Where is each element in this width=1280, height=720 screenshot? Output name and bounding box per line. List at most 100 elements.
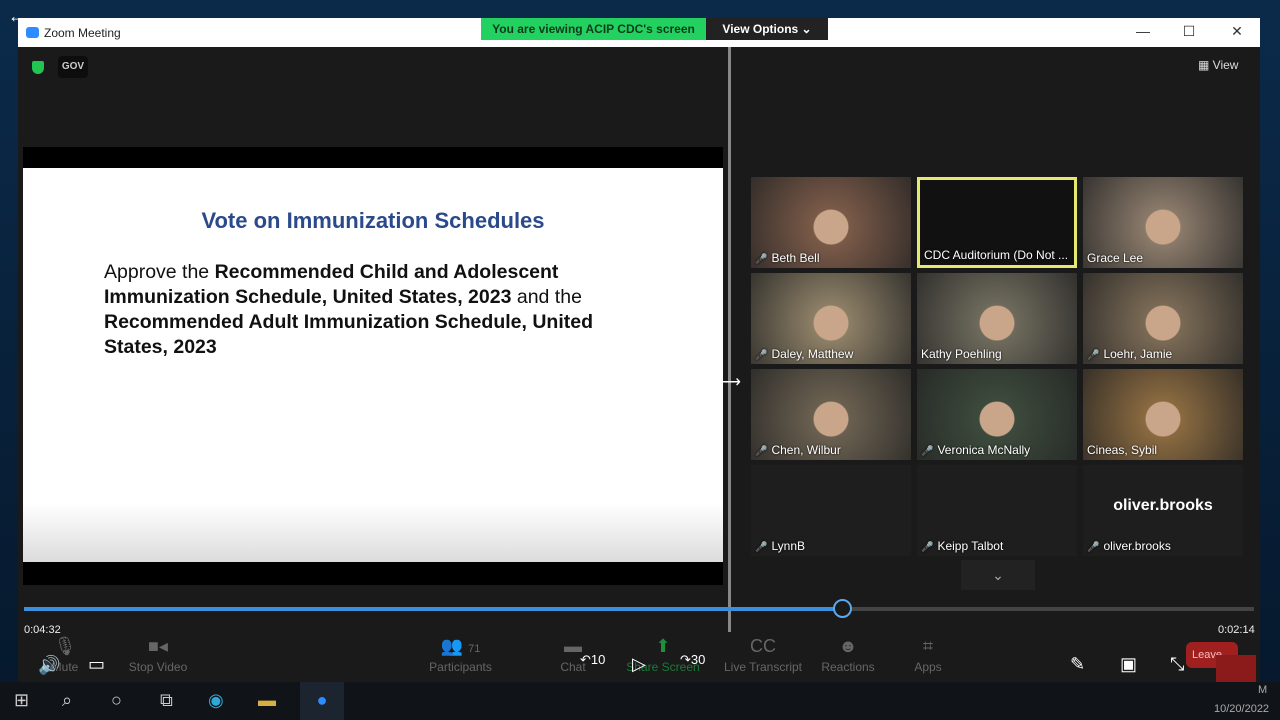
participant-tile[interactable]: 🎤 Beth Bell	[751, 177, 911, 268]
grid-icon: ▦	[1198, 58, 1213, 72]
participant-name-text: Chen, Wilbur	[771, 443, 841, 457]
participants-button[interactable]: 👥 71 Participants	[423, 636, 498, 674]
cc-icon: CC	[750, 636, 776, 656]
slide-text-run: Recommended Adult Immunization Schedule,…	[104, 311, 593, 358]
title-bar: Zoom Meeting You are viewing ACIP CDC's …	[18, 18, 1260, 47]
participant-name-text: Keipp Talbot	[937, 539, 1004, 553]
participant-name: Kathy Poehling	[921, 347, 1002, 361]
participant-name: 🎤 oliver.brooks	[1087, 539, 1171, 553]
split-divider[interactable]	[728, 47, 731, 632]
muted-mic-icon: 🎤	[755, 542, 768, 553]
zoom-taskbar-icon[interactable]: ●	[300, 682, 344, 720]
file-explorer-icon[interactable]: ▬	[258, 690, 276, 711]
participant-name: 🎤 Veronica McNally	[921, 443, 1030, 457]
slide-title: Vote on Immunization Schedules	[201, 208, 545, 233]
participant-tile[interactable]: 🎤 Loehr, Jamie	[1083, 273, 1243, 364]
participant-name: 🎤 LynnB	[755, 539, 805, 553]
maximize-button[interactable]: ☐	[1179, 23, 1199, 40]
slide-text-run: and the	[511, 286, 582, 308]
play-button[interactable]: ▷	[632, 654, 646, 675]
participant-name-text: Daley, Matthew	[771, 347, 854, 361]
remaining-time: 0:02:14	[1218, 624, 1255, 636]
edge-icon[interactable]: ◉	[208, 690, 224, 711]
apps-button[interactable]: ⌗ Apps	[908, 636, 948, 674]
participants-icon: 👥 71	[440, 636, 481, 656]
minimize-button[interactable]: —	[1133, 23, 1153, 39]
participant-name: Cineas, Sybil	[1087, 443, 1157, 457]
pencil-icon[interactable]: ✎	[1070, 654, 1085, 675]
reactions-label: Reactions	[821, 660, 875, 674]
screen-share-banner: You are viewing ACIP CDC's screen	[481, 18, 706, 40]
participant-count: 71	[468, 643, 481, 655]
participant-tile[interactable]: Grace Lee	[1083, 177, 1243, 268]
participant-name-text: Cineas, Sybil	[1087, 443, 1158, 457]
stop-video-label: Stop Video	[128, 660, 188, 674]
view-label: View	[1212, 58, 1239, 72]
participant-name: 🎤 Daley, Matthew	[755, 347, 853, 361]
exit-fullscreen-icon[interactable]: ⤡	[1170, 654, 1184, 675]
muted-mic-icon: 🎤	[755, 254, 768, 265]
rewind-button[interactable]: ↶10	[580, 652, 605, 668]
current-time: 0:04:32	[24, 624, 61, 636]
participant-tile[interactable]: 🎤 Keipp Talbot	[917, 465, 1077, 556]
shared-screen: Vote on Immunization Schedules Approve t…	[23, 147, 723, 585]
stop-video-button[interactable]: ■◂ Stop Video	[118, 636, 198, 674]
participant-name-text: CDC Auditorium (Do Not ...	[924, 248, 1069, 262]
miniplayer-icon[interactable]: ▣	[1120, 654, 1137, 675]
slide: Vote on Immunization Schedules Approve t…	[23, 168, 723, 562]
participant-tile[interactable]: 🎤 Daley, Matthew	[751, 273, 911, 364]
windows-start-icon[interactable]: ⊞	[14, 690, 29, 711]
muted-mic-icon: 🎤	[755, 446, 768, 457]
view-button[interactable]: ▦ View	[1198, 58, 1238, 72]
live-transcript-button[interactable]: CC Live Transcript	[718, 636, 808, 674]
encryption-shield-icon[interactable]	[32, 61, 44, 74]
participant-tile[interactable]: 🎤 LynnB	[751, 465, 911, 556]
participant-tile[interactable]: Kathy Poehling	[917, 273, 1077, 364]
muted-mic-icon: 🎤	[921, 542, 934, 553]
participant-name-text: oliver.brooks	[1103, 539, 1171, 553]
participant-name: 🎤 Chen, Wilbur	[755, 443, 841, 457]
participant-name-text: Loehr, Jamie	[1103, 347, 1173, 361]
participant-display-name: oliver.brooks	[1113, 497, 1213, 514]
captions-icon[interactable]: ▭	[88, 654, 105, 675]
participant-name: Grace Lee	[1087, 251, 1143, 265]
forward-button[interactable]: ↷30	[680, 652, 705, 668]
participant-tile[interactable]: CDC Auditorium (Do Not ...	[917, 177, 1077, 268]
rewind-seconds: 10	[590, 652, 606, 667]
muted-mic-icon: 🎤	[755, 350, 768, 361]
slide-text-run: Approve the	[104, 261, 215, 283]
muted-mic-icon: 🎤	[1087, 542, 1100, 553]
smiley-icon: ☻	[838, 636, 858, 656]
task-view-icon[interactable]: ⧉	[160, 690, 173, 711]
zoom-window: Zoom Meeting You are viewing ACIP CDC's …	[18, 18, 1260, 690]
participant-name-text: LynnB	[771, 539, 806, 553]
playback-progress-bar[interactable]	[24, 599, 1254, 618]
participant-name-text: Veronica McNally	[937, 443, 1031, 457]
participant-tile[interactable]: oliver.brooks 🎤 oliver.brooks	[1083, 465, 1243, 556]
close-button[interactable]: ✕	[1227, 23, 1247, 40]
participant-name-text: Grace Lee	[1087, 251, 1144, 265]
zoom-logo-icon	[26, 27, 39, 38]
volume-icon[interactable]: 🔊	[38, 655, 60, 676]
participants-label: Participants	[429, 660, 492, 674]
muted-mic-icon: 🎤	[1087, 350, 1100, 361]
cortana-icon[interactable]: ○	[111, 690, 122, 711]
gov-badge: GOV	[58, 56, 88, 78]
live-transcript-label: Live Transcript	[723, 660, 803, 674]
slide-body: Approve the Recommended Child and Adoles…	[104, 260, 644, 360]
clock-date: 10/20/2022	[1214, 703, 1270, 715]
scroll-down-button[interactable]: ⌄	[961, 560, 1035, 590]
forward-seconds: 30	[690, 652, 706, 667]
muted-mic-icon: 🎤	[921, 446, 934, 457]
participant-tile[interactable]: 🎤 Chen, Wilbur	[751, 369, 911, 460]
view-options-button[interactable]: View Options ⌄	[706, 18, 828, 40]
participant-tile[interactable]: 🎤 Veronica McNally	[917, 369, 1077, 460]
search-icon[interactable]: ⌕	[62, 690, 72, 711]
participant-name-text: Beth Bell	[771, 251, 820, 265]
progress-handle[interactable]	[832, 599, 852, 618]
reactions-button[interactable]: ☻ Reactions	[818, 636, 878, 674]
participant-name: 🎤 Keipp Talbot	[921, 539, 1003, 553]
participant-tile[interactable]: Cineas, Sybil	[1083, 369, 1243, 460]
progress-fill	[24, 607, 842, 611]
window-title: Zoom Meeting	[44, 26, 121, 40]
